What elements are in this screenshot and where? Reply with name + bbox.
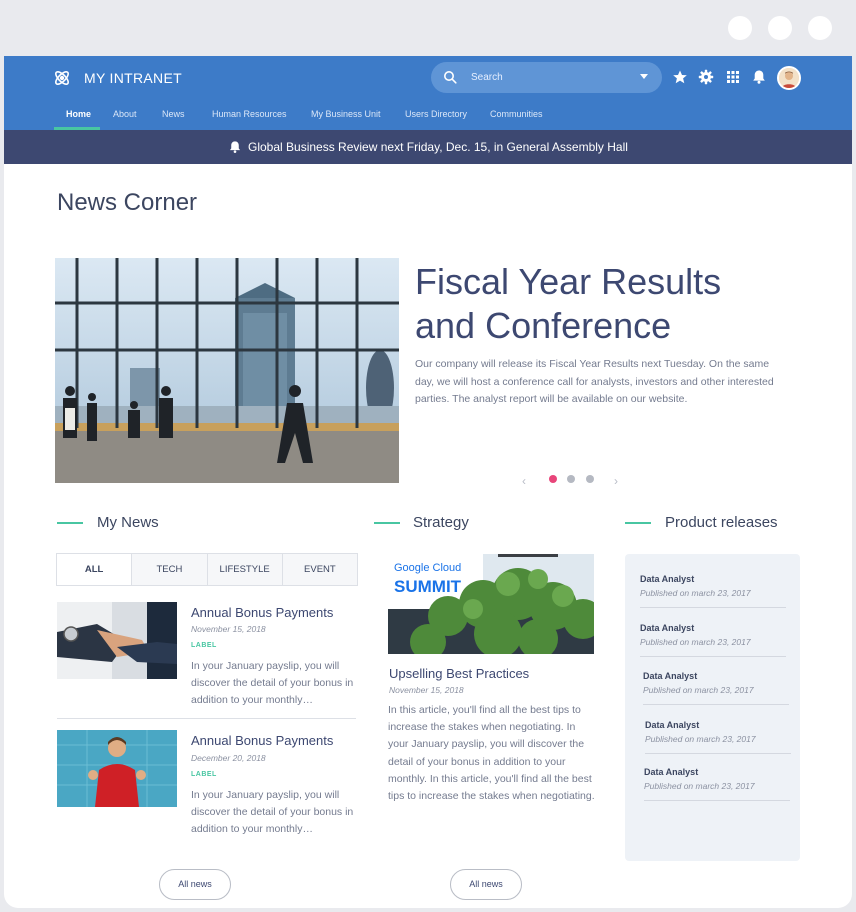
intranet-window: MY INTRANET Search Home About News Human… [4, 56, 852, 908]
news-divider [57, 718, 356, 719]
carousel-dot[interactable] [549, 475, 557, 483]
all-news-button[interactable]: All news [450, 869, 522, 900]
avatar[interactable] [777, 66, 801, 90]
strategy-article-title[interactable]: Upselling Best Practices [389, 666, 529, 681]
product-release-item[interactable]: Data Analyst Published on march 23, 2017 [645, 712, 791, 754]
news-date: December 20, 2018 [191, 753, 266, 763]
happy-man-photo [57, 730, 177, 807]
product-release-title: Data Analyst [644, 767, 699, 777]
strategy-heading: Strategy [413, 514, 469, 531]
gear-icon[interactable] [698, 69, 714, 85]
app-title[interactable]: MY INTRANET [84, 70, 182, 86]
section-accent-line [625, 522, 651, 524]
news-filter-tabs: ALL TECH LIFESTYLE EVENT [56, 553, 358, 586]
product-release-title: Data Analyst [640, 623, 695, 633]
news-excerpt: In your January payslip, you will discov… [191, 660, 354, 706]
product-release-title: Data Analyst [645, 720, 700, 730]
chevron-right-icon[interactable]: › [614, 474, 618, 488]
handshake-photo [57, 602, 177, 679]
apps-grid-icon[interactable] [725, 69, 741, 85]
window-control-dot[interactable] [768, 16, 792, 40]
tab-event[interactable]: EVENT [283, 554, 357, 585]
hero-title-line: Fiscal Year Results [415, 261, 722, 302]
chevron-down-icon[interactable] [640, 74, 648, 79]
hero-title-line: and Conference [415, 305, 672, 346]
product-release-date: Published on march 23, 2017 [640, 588, 751, 598]
product-release-date: Published on march 23, 2017 [645, 734, 756, 744]
my-news-heading: My News [97, 514, 159, 531]
bell-icon[interactable] [751, 69, 767, 85]
product-release-item[interactable]: Data Analyst Published on march 23, 2017 [644, 759, 790, 801]
strategy-article-text: In this article, you'll find all the bes… [388, 704, 595, 803]
nav-communities[interactable]: Communities [490, 109, 543, 119]
logo-icon[interactable] [52, 68, 72, 88]
product-release-title: Data Analyst [643, 671, 698, 681]
search-bar[interactable] [431, 62, 662, 93]
nav-news[interactable]: News [162, 109, 185, 119]
user-portrait [779, 68, 799, 88]
tab-tech[interactable]: TECH [132, 554, 208, 585]
bell-icon [229, 141, 241, 153]
product-releases-panel: Data Analyst Published on march 23, 2017… [625, 554, 800, 861]
top-header: MY INTRANET Search Home About News Human… [4, 56, 852, 130]
news-excerpt: In your January payslip, you will discov… [191, 789, 354, 835]
nav-human-resources[interactable]: Human Resources [212, 109, 287, 119]
tab-lifestyle[interactable]: LIFESTYLE [208, 554, 283, 585]
product-releases-heading: Product releases [665, 514, 778, 531]
news-label: LABEL [191, 771, 217, 778]
tab-all[interactable]: ALL [57, 554, 133, 585]
product-release-item[interactable]: Data Analyst Published on march 23, 2017 [640, 615, 786, 657]
strategy-image[interactable]: Google Cloud SUMMIT [388, 554, 594, 654]
banner-text[interactable]: Global Business Review next Friday, Dec.… [248, 140, 628, 154]
summit-sign-text: SUMMIT [394, 577, 462, 596]
office-window-photo [55, 258, 399, 483]
summit-photo: Google Cloud SUMMIT [388, 554, 594, 654]
news-thumbnail[interactable] [57, 602, 177, 679]
page-title: News Corner [57, 189, 198, 216]
nav-my-business-unit[interactable]: My Business Unit [311, 109, 381, 119]
product-release-title: Data Analyst [640, 574, 695, 584]
product-release-item[interactable]: Data Analyst Published on march 23, 2017 [640, 566, 786, 608]
carousel-dot[interactable] [567, 475, 575, 483]
window-control-dot[interactable] [728, 16, 752, 40]
window-control-dot[interactable] [808, 16, 832, 40]
product-release-date: Published on march 23, 2017 [643, 685, 754, 695]
news-title[interactable]: Annual Bonus Payments [191, 605, 333, 620]
search-input[interactable] [471, 68, 631, 87]
all-news-button[interactable]: All news [159, 869, 231, 900]
product-release-item[interactable]: Data Analyst Published on march 23, 2017 [643, 663, 789, 705]
section-accent-line [374, 522, 400, 524]
product-release-date: Published on march 23, 2017 [644, 781, 755, 791]
carousel-dot[interactable] [586, 475, 594, 483]
chevron-left-icon[interactable]: ‹ [522, 474, 526, 488]
search-icon [444, 71, 457, 84]
nav-about[interactable]: About [113, 109, 137, 119]
hero-image[interactable] [55, 258, 399, 483]
summit-sign-text: Google Cloud [394, 562, 461, 574]
news-label: LABEL [191, 642, 217, 649]
hero-description: Our company will release its Fiscal Year… [415, 358, 774, 405]
news-title[interactable]: Annual Bonus Payments [191, 733, 333, 748]
star-icon[interactable] [672, 69, 688, 85]
hero-title[interactable]: Fiscal Year Results and Conference [415, 260, 815, 348]
news-date: November 15, 2018 [191, 624, 266, 634]
nav-users-directory[interactable]: Users Directory [405, 109, 467, 119]
nav-home[interactable]: Home [66, 109, 91, 119]
product-release-date: Published on march 23, 2017 [640, 637, 751, 647]
strategy-article-date: November 15, 2018 [389, 685, 464, 695]
section-accent-line [57, 522, 83, 524]
announcement-banner: Global Business Review next Friday, Dec.… [4, 130, 852, 164]
news-thumbnail[interactable] [57, 730, 177, 807]
